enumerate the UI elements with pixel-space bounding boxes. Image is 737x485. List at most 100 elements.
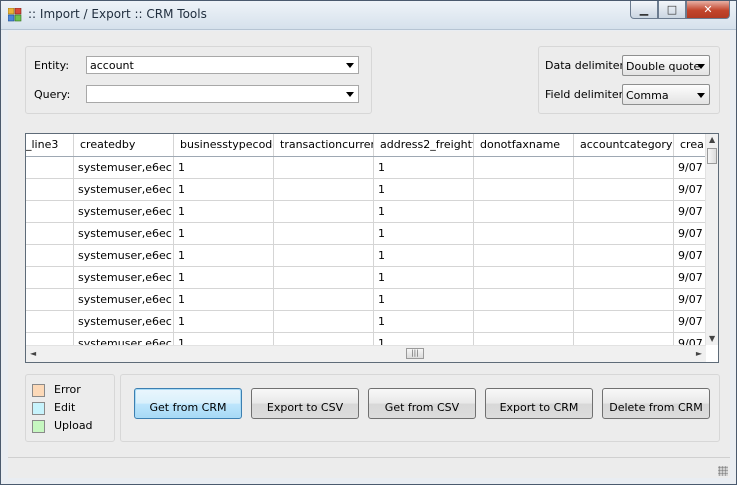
column-header[interactable]: address2_freighttermscode [374, 134, 474, 156]
table-cell[interactable]: 1 [174, 201, 274, 222]
table-cell[interactable] [574, 311, 674, 332]
table-cell[interactable]: systemuser,e6ec... [74, 223, 174, 244]
table-cell[interactable]: 9/07 [674, 223, 706, 244]
table-cell[interactable] [574, 267, 674, 288]
table-cell[interactable] [26, 245, 74, 266]
table-cell[interactable]: 9/07 [674, 311, 706, 332]
scroll-left-icon[interactable]: ◄ [30, 349, 36, 358]
table-cell[interactable]: 1 [174, 333, 274, 345]
table-cell[interactable] [474, 179, 574, 200]
table-row[interactable]: systemuser,e6ec... 1 1 9/07 [26, 245, 706, 267]
table-cell[interactable]: 1 [174, 267, 274, 288]
export-to-csv-button[interactable]: Export to CSV [251, 388, 359, 419]
minimize-button[interactable]: ▁ [630, 1, 658, 19]
table-cell[interactable]: 1 [374, 311, 474, 332]
table-cell[interactable]: 1 [374, 179, 474, 200]
data-delimiter-dropdown[interactable]: Double quote [622, 55, 710, 76]
table-cell[interactable] [26, 201, 74, 222]
horizontal-scrollbar[interactable]: ◄ ||| ► [26, 345, 706, 362]
horizontal-scroll-thumb[interactable]: ||| [406, 348, 424, 359]
table-cell[interactable] [274, 157, 374, 178]
field-delimiter-dropdown[interactable]: Comma [622, 84, 710, 105]
table-row[interactable]: systemuser,e6ec... 1 1 9/07 [26, 223, 706, 245]
table-cell[interactable]: 9/07 [674, 333, 706, 345]
table-row[interactable]: systemuser,e6ec... 1 1 9/07 [26, 333, 706, 345]
table-cell[interactable]: systemuser,e6ec... [74, 267, 174, 288]
table-cell[interactable] [474, 267, 574, 288]
vertical-scroll-thumb[interactable] [707, 148, 717, 164]
table-cell[interactable]: 9/07 [674, 201, 706, 222]
table-cell[interactable]: 1 [174, 245, 274, 266]
table-cell[interactable] [26, 333, 74, 345]
vertical-scrollbar[interactable]: ▲ ▼ [705, 134, 718, 345]
table-cell[interactable] [574, 157, 674, 178]
table-cell[interactable] [574, 289, 674, 310]
close-button[interactable]: ✕ [686, 1, 730, 19]
table-cell[interactable] [274, 201, 374, 222]
table-cell[interactable] [26, 289, 74, 310]
column-header[interactable]: businesstypecode [174, 134, 274, 156]
table-cell[interactable]: 1 [374, 157, 474, 178]
table-cell[interactable]: systemuser,e6ec... [74, 245, 174, 266]
table-cell[interactable] [474, 157, 574, 178]
table-cell[interactable] [274, 223, 374, 244]
table-cell[interactable] [574, 201, 674, 222]
table-cell[interactable] [274, 245, 374, 266]
table-cell[interactable]: 1 [374, 245, 474, 266]
scroll-up-icon[interactable]: ▲ [709, 135, 715, 144]
table-cell[interactable]: systemuser,e6ec... [74, 333, 174, 345]
maximize-button[interactable]: □ [658, 1, 686, 19]
table-cell[interactable] [474, 333, 574, 345]
table-cell[interactable]: 1 [174, 289, 274, 310]
table-row[interactable]: systemuser,e6ec... 1 1 9/07 [26, 267, 706, 289]
table-cell[interactable] [274, 333, 374, 345]
title-bar[interactable]: :: Import / Export :: CRM Tools ▁ □ ✕ [1, 1, 736, 30]
table-cell[interactable] [274, 267, 374, 288]
table-cell[interactable]: 9/07 [674, 289, 706, 310]
table-cell[interactable] [274, 179, 374, 200]
table-cell[interactable] [574, 223, 674, 244]
table-row[interactable]: systemuser,e6ec... 1 1 9/07 [26, 289, 706, 311]
table-cell[interactable]: systemuser,e6ec... [74, 179, 174, 200]
table-cell[interactable]: systemuser,e6ec... [74, 157, 174, 178]
scroll-down-icon[interactable]: ▼ [709, 334, 715, 343]
column-header[interactable]: _line3 [26, 134, 74, 156]
table-cell[interactable]: 1 [374, 201, 474, 222]
query-dropdown[interactable] [86, 85, 359, 103]
table-cell[interactable] [474, 223, 574, 244]
table-cell[interactable] [26, 157, 74, 178]
table-cell[interactable]: systemuser,e6ec... [74, 311, 174, 332]
table-cell[interactable] [474, 245, 574, 266]
export-to-crm-button[interactable]: Export to CRM [485, 388, 593, 419]
column-header[interactable]: transactioncurrency [274, 134, 374, 156]
table-row[interactable]: systemuser,e6ec... 1 1 9/07 [26, 157, 706, 179]
table-cell[interactable] [26, 223, 74, 244]
delete-from-crm-button[interactable]: Delete from CRM [602, 388, 710, 419]
table-cell[interactable] [574, 333, 674, 345]
table-cell[interactable] [474, 289, 574, 310]
table-row[interactable]: systemuser,e6ec... 1 1 9/07 [26, 201, 706, 223]
table-cell[interactable] [26, 179, 74, 200]
table-row[interactable]: systemuser,e6ec... 1 1 9/07 [26, 311, 706, 333]
data-grid[interactable]: _line3 createdby businesstypecode transacti… [25, 133, 719, 363]
get-from-crm-button[interactable]: Get from CRM [134, 388, 242, 419]
table-cell[interactable]: 1 [374, 333, 474, 345]
table-cell[interactable]: 1 [374, 289, 474, 310]
table-cell[interactable] [26, 267, 74, 288]
table-cell[interactable] [474, 311, 574, 332]
table-cell[interactable]: 9/07 [674, 179, 706, 200]
table-cell[interactable]: 1 [174, 179, 274, 200]
table-cell[interactable]: 9/07 [674, 157, 706, 178]
table-cell[interactable]: 1 [174, 311, 274, 332]
table-cell[interactable] [574, 245, 674, 266]
table-cell[interactable]: systemuser,e6ec... [74, 201, 174, 222]
table-cell[interactable] [274, 311, 374, 332]
table-cell[interactable]: 1 [174, 157, 274, 178]
table-cell[interactable] [274, 289, 374, 310]
scroll-right-icon[interactable]: ► [696, 349, 702, 358]
column-header[interactable]: createdby [74, 134, 174, 156]
column-header[interactable]: accountcategorycode [574, 134, 674, 156]
table-cell[interactable]: 1 [174, 223, 274, 244]
get-from-csv-button[interactable]: Get from CSV [368, 388, 476, 419]
table-cell[interactable]: 1 [374, 223, 474, 244]
